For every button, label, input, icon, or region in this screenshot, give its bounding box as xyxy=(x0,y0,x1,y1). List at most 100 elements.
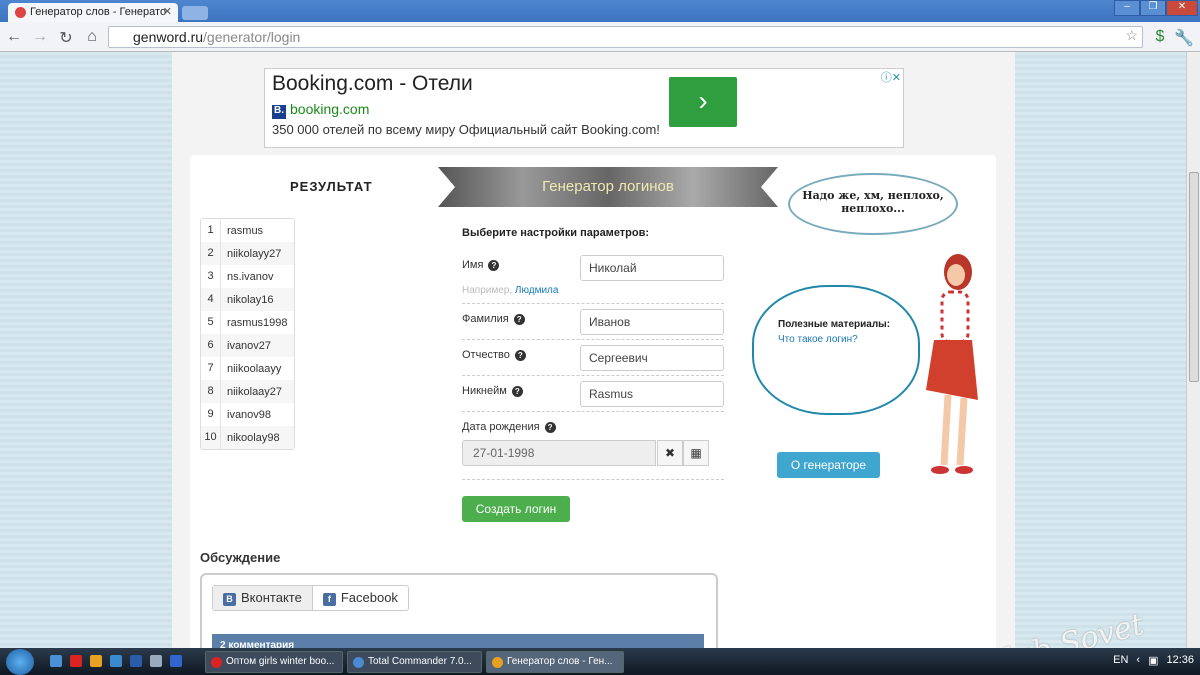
speech-bubble: Надо же, хм, неплохо, неплохо... xyxy=(788,173,958,235)
create-login-button[interactable]: Создать логин xyxy=(462,496,570,522)
surname-input[interactable]: Иванов xyxy=(580,309,724,335)
tab-title: Генератор слов - Генерато xyxy=(30,6,167,18)
name-input[interactable]: Николай xyxy=(580,255,724,281)
ie-icon[interactable] xyxy=(50,655,62,667)
row-number: 10 xyxy=(201,426,221,449)
menu-wrench-icon[interactable]: 🔧 xyxy=(1174,28,1194,48)
row-number: 6 xyxy=(201,334,221,357)
close-tab-icon[interactable]: ✕ xyxy=(163,5,172,18)
result-row[interactable]: 1 rasmus xyxy=(201,219,294,242)
back-icon[interactable]: ← xyxy=(4,28,24,46)
result-row[interactable]: 5 rasmus1998 xyxy=(201,311,294,334)
result-list: 1 rasmus 2 niikolayy27 3 ns.ivanov 4 nikolay… xyxy=(200,218,295,450)
calendar-icon[interactable]: ▦ xyxy=(683,440,709,466)
address-bar[interactable]: genword.ru/generator/login ☆ xyxy=(108,26,1143,48)
minimize-button[interactable]: – xyxy=(1114,0,1140,16)
taskbar: Оптом girls winter boo... Total Commande… xyxy=(0,648,1200,675)
result-title: РЕЗУЛЬТАТ xyxy=(290,179,373,194)
ad-url[interactable]: B. booking.com xyxy=(272,101,369,119)
task-opera[interactable]: Оптом girls winter boo... xyxy=(205,651,343,673)
bookmark-star-icon[interactable]: ☆ xyxy=(1125,27,1138,44)
row-number: 9 xyxy=(201,403,221,426)
ad-description: 350 000 отелей по всему миру Официальный… xyxy=(272,122,660,137)
language-indicator[interactable]: EN xyxy=(1113,654,1128,667)
login-value: ivanov27 xyxy=(227,339,272,352)
close-window-button[interactable]: ✕ xyxy=(1166,0,1198,16)
home-icon[interactable]: ⌂ xyxy=(82,28,102,46)
materials-link[interactable]: Что такое логин? xyxy=(778,334,918,345)
extension-icon[interactable]: $ xyxy=(1150,28,1170,46)
about-generator-button[interactable]: О генераторе xyxy=(777,452,880,478)
result-row[interactable]: 10 nikoolay98 xyxy=(201,426,294,449)
task-total-commander[interactable]: Total Commander 7.0... xyxy=(347,651,482,673)
label-text: Дата рождения xyxy=(462,421,540,433)
login-value: niikolaay27 xyxy=(227,385,283,398)
help-icon[interactable]: ? xyxy=(514,350,526,361)
nickname-label: Никнейм? xyxy=(462,385,523,397)
generator-form: Выберите настройки параметров: Имя? Нико… xyxy=(462,227,724,522)
divider xyxy=(462,375,724,376)
url-domain: genword.ru xyxy=(133,29,204,45)
task-label: Генератор слов - Ген... xyxy=(507,656,613,667)
patronymic-input[interactable]: Сергеевич xyxy=(580,345,724,371)
forward-icon[interactable]: → xyxy=(30,28,50,46)
help-icon[interactable]: ? xyxy=(488,260,500,271)
tab-vkontakte[interactable]: B Вконтакте xyxy=(213,586,313,610)
row-number: 4 xyxy=(201,288,221,311)
ad-title[interactable]: Booking.com - Отели xyxy=(272,72,473,96)
network-icon[interactable]: ▣ xyxy=(1148,654,1158,667)
tab-facebook[interactable]: f Facebook xyxy=(313,586,408,610)
result-row[interactable]: 6 ivanov27 xyxy=(201,334,294,357)
login-value: rasmus xyxy=(227,224,264,237)
login-value: nikoolay98 xyxy=(227,431,280,444)
result-row[interactable]: 4 nikolay16 xyxy=(201,288,294,311)
task-chrome[interactable]: Генератор слов - Ген... xyxy=(486,651,624,673)
row-number: 2 xyxy=(201,242,221,265)
tray-expand-icon[interactable]: ‹ xyxy=(1136,654,1140,667)
outlook-icon[interactable] xyxy=(110,655,122,667)
label-text: Имя xyxy=(462,259,484,271)
maximize-button[interactable]: ❐ xyxy=(1140,0,1166,16)
task-label: Total Commander 7.0... xyxy=(368,656,472,667)
opera-icon[interactable] xyxy=(70,655,82,667)
clear-date-icon[interactable]: ✖ xyxy=(657,440,683,466)
patronymic-label: Отчество? xyxy=(462,349,526,361)
generator-banner: Генератор логинов xyxy=(438,167,778,207)
word-icon[interactable] xyxy=(130,655,142,667)
scrollbar-thumb[interactable] xyxy=(1189,172,1199,382)
result-row[interactable]: 2 niikolayy27 xyxy=(201,242,294,265)
discussion-title: Обсуждение xyxy=(200,550,281,565)
main-card: РЕЗУЛЬТАТ Генератор логинов 1 rasmus 2 nii… xyxy=(190,155,996,648)
ad-go-button[interactable]: › xyxy=(669,77,737,127)
birthdate-input[interactable]: 27-01-1998 xyxy=(462,440,656,466)
result-row[interactable]: 3 ns.ivanov xyxy=(201,265,294,288)
hint-link[interactable]: Людмила xyxy=(515,285,559,296)
favicon xyxy=(15,7,26,18)
help-icon[interactable]: ? xyxy=(513,314,525,325)
tab-strip: Генератор слов - Генерато ✕ – ❐ ✕ xyxy=(0,0,1200,22)
help-icon[interactable]: ? xyxy=(511,386,523,397)
save-icon[interactable] xyxy=(170,655,182,667)
divider xyxy=(462,339,724,340)
start-button[interactable] xyxy=(6,649,34,675)
clock[interactable]: 12:36 xyxy=(1166,654,1194,667)
nickname-input[interactable]: Rasmus xyxy=(580,381,724,407)
materials-title: Полезные материалы: xyxy=(778,319,891,330)
chrome-icon[interactable] xyxy=(90,655,102,667)
result-row[interactable]: 8 niikolaay27 xyxy=(201,380,294,403)
result-row[interactable]: 9 ivanov98 xyxy=(201,403,294,426)
ad-info-close-icon[interactable]: ⓘ✕ xyxy=(881,69,901,85)
notepad-icon[interactable] xyxy=(150,655,162,667)
booking-logo-icon: B. xyxy=(272,105,286,119)
hint-text: Например, xyxy=(462,285,513,296)
help-icon[interactable]: ? xyxy=(544,422,556,433)
divider xyxy=(462,479,724,480)
row-number: 1 xyxy=(201,219,221,242)
browser-tab[interactable]: Генератор слов - Генерато ✕ xyxy=(8,3,178,22)
label-text: Отчество xyxy=(462,349,510,361)
new-tab-button[interactable] xyxy=(182,6,208,20)
result-row[interactable]: 7 niikoolaayy xyxy=(201,357,294,380)
reload-icon[interactable]: ↻ xyxy=(56,28,76,48)
ad-banner[interactable]: Booking.com - Отели B. booking.com 350 00… xyxy=(264,68,904,148)
scrollbar[interactable] xyxy=(1186,52,1200,648)
